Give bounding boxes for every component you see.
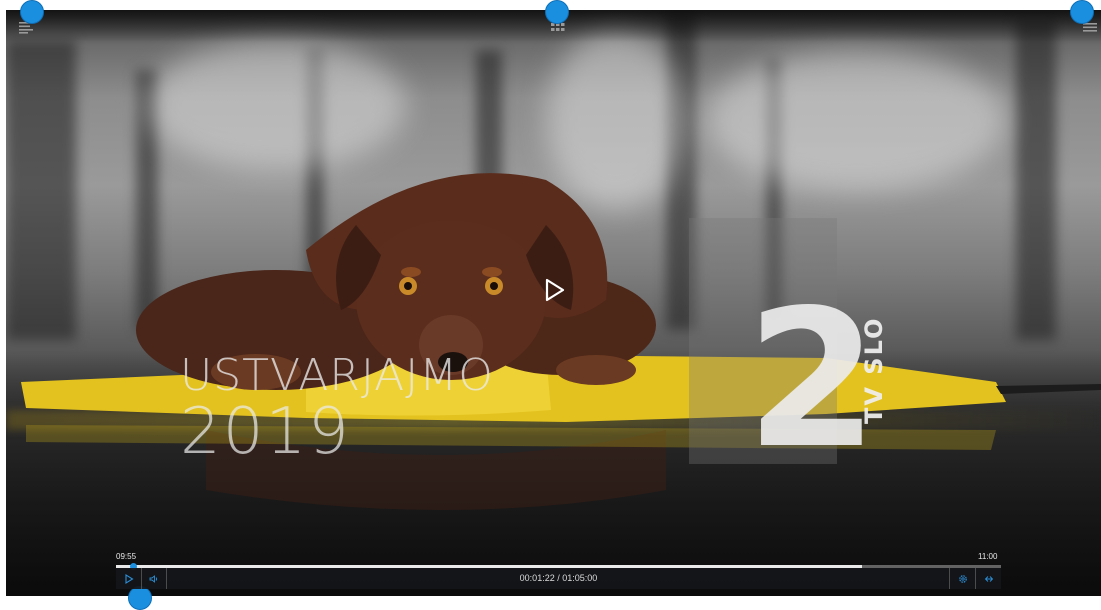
volume-icon <box>149 574 158 583</box>
title-line-2: 2019 <box>180 395 351 469</box>
marker-dot-top-center <box>545 0 569 24</box>
volume-button[interactable] <box>142 568 166 589</box>
play-icon <box>125 573 134 584</box>
end-time-label: 11:00 <box>978 552 998 561</box>
elapsed-time: 00:01:22 <box>519 573 555 583</box>
player-stage: USTVARJAJMO 2019 2 TV SLO 09:55 11:00 00… <box>0 0 1101 610</box>
time-separator: / <box>557 573 560 583</box>
center-play-button[interactable] <box>543 277 567 303</box>
total-duration: 01:05:00 <box>562 573 598 583</box>
channel-logo-text: TV SLO <box>860 316 888 424</box>
marker-dot-top-left <box>20 0 44 24</box>
play-icon <box>545 278 565 302</box>
channel-logo-number: 2 <box>746 269 879 490</box>
control-divider <box>949 568 950 589</box>
start-time-label: 09:55 <box>116 552 137 561</box>
marker-dot-bottom-left <box>128 586 152 610</box>
fullscreen-button[interactable] <box>977 568 1001 589</box>
settings-icon <box>959 574 967 583</box>
marker-dot-top-right <box>1070 0 1094 24</box>
play-button[interactable] <box>117 568 141 589</box>
control-divider <box>975 568 976 589</box>
time-display: 00:01:22 / 01:05:00 <box>116 568 1001 589</box>
settings-button[interactable] <box>951 568 975 589</box>
fullscreen-icon <box>984 575 994 582</box>
title-line-1: USTVARJAJMO <box>180 350 494 401</box>
control-divider <box>166 568 167 589</box>
